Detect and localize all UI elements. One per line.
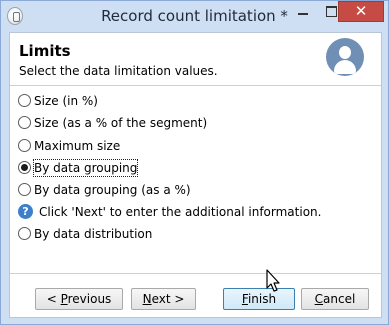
- dialog-window: Record count limitation * ✕ Limits Selec…: [0, 0, 389, 325]
- radio-button[interactable]: [18, 183, 31, 196]
- cancel-mnemonic: C: [314, 292, 324, 306]
- radio-button[interactable]: [18, 227, 31, 240]
- close-button[interactable]: ✕: [338, 1, 384, 22]
- radio-button-selected[interactable]: [18, 161, 31, 174]
- info-text: Click 'Next' to enter the additional inf…: [39, 205, 322, 219]
- option-size-segment-percent[interactable]: Size (as a % of the segment): [18, 115, 207, 131]
- user-avatar-icon: [326, 38, 364, 76]
- option-label: Maximum size: [34, 139, 121, 153]
- radio-button[interactable]: [18, 116, 31, 129]
- title-bar[interactable]: Record count limitation * ✕: [1, 1, 388, 31]
- next-label: ext >: [151, 292, 185, 306]
- mouse-pointer-icon: [266, 269, 280, 292]
- option-maximum-size[interactable]: Maximum size: [18, 138, 120, 154]
- previous-mnemonic: P: [60, 292, 68, 306]
- radio-button[interactable]: [18, 139, 31, 152]
- minimize-button[interactable]: [289, 1, 317, 22]
- page-header: Limits Select the data limitation values…: [10, 33, 381, 83]
- finish-label: inish: [247, 292, 277, 306]
- cancel-button[interactable]: Cancel: [301, 288, 369, 310]
- finish-button[interactable]: Finish: [223, 288, 295, 310]
- close-icon: ✕: [354, 2, 368, 20]
- option-by-data-distribution[interactable]: By data distribution: [18, 226, 152, 242]
- dialog-content: Limits Select the data limitation values…: [9, 32, 382, 318]
- cancel-label: ancel: [323, 292, 356, 306]
- previous-label: revious: [67, 292, 112, 306]
- info-hint: ? Click 'Next' to enter the additional in…: [18, 204, 321, 220]
- radio-button[interactable]: [18, 94, 31, 107]
- option-label: By data distribution: [34, 227, 153, 241]
- option-label: Size (as a % of the segment): [34, 116, 208, 130]
- option-by-data-grouping[interactable]: By data grouping: [18, 159, 139, 177]
- option-label: By data grouping (as a %): [34, 183, 191, 197]
- option-label: Size (in %): [34, 94, 98, 108]
- help-icon: ?: [18, 204, 33, 219]
- footer-divider: [10, 273, 381, 274]
- option-label: By data grouping: [32, 159, 139, 177]
- option-by-data-grouping-percent[interactable]: By data grouping (as a %): [18, 182, 191, 198]
- next-mnemonic: N: [142, 292, 152, 306]
- previous-button[interactable]: < Previous: [35, 288, 123, 310]
- previous-prefix: <: [46, 292, 61, 306]
- next-button[interactable]: Next >: [131, 288, 196, 310]
- page-subtitle: Select the data limitation values.: [19, 64, 218, 78]
- page-title: Limits: [19, 42, 71, 60]
- header-divider: [10, 85, 381, 86]
- option-size-percent[interactable]: Size (in %): [18, 93, 98, 109]
